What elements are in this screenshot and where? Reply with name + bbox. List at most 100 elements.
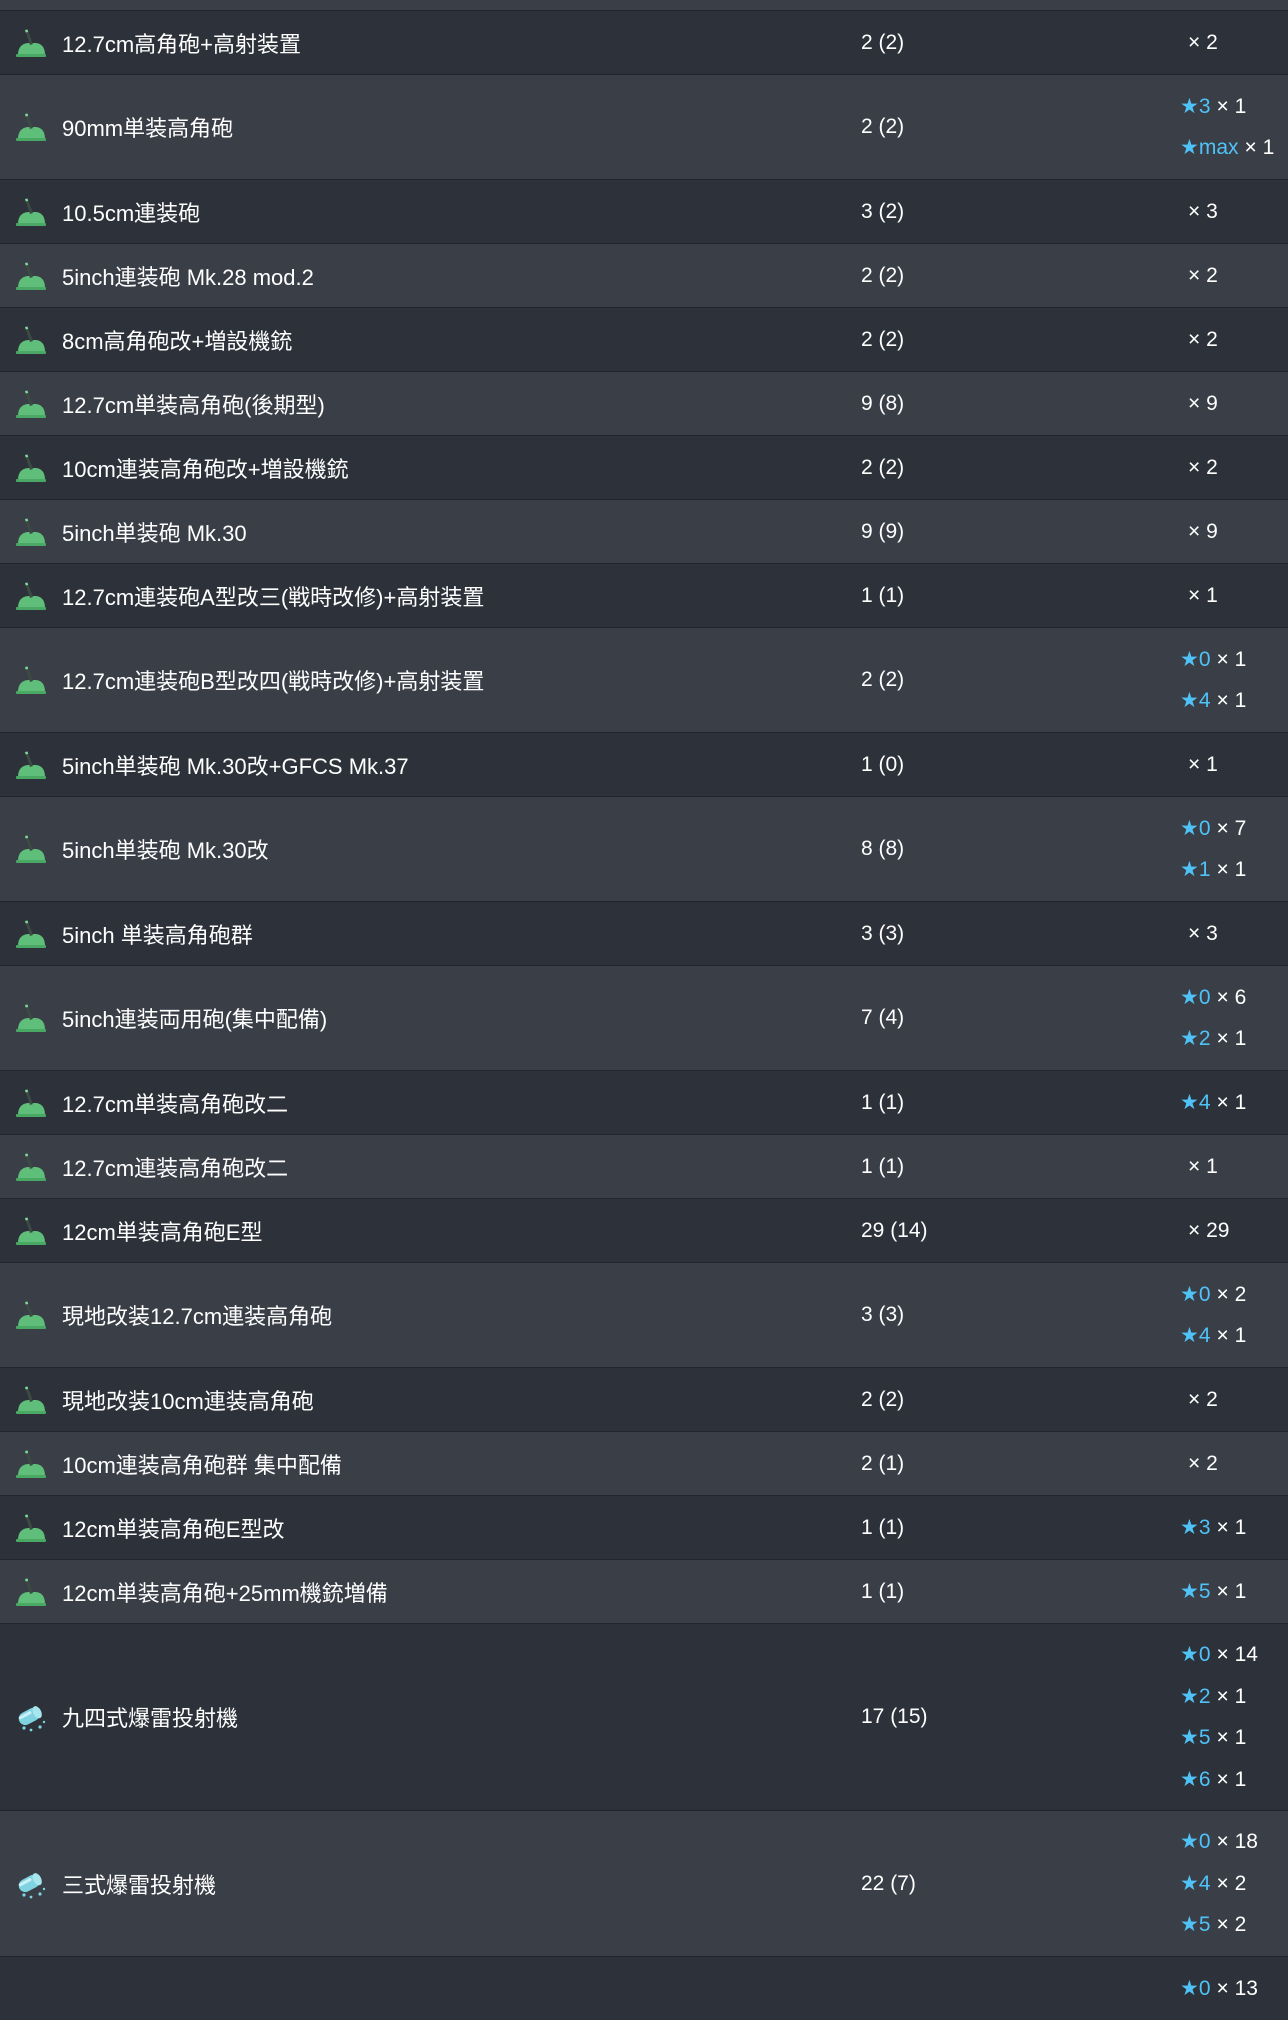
equipment-table: 12.7cm高角砲+高射装置 2 (2) × 2 90mm単装高角砲 2 (2) ★3 ×…	[0, 0, 1288, 2020]
level-multiplier: × 7	[1216, 816, 1247, 840]
level-multiplier: × 1	[1216, 1324, 1247, 1347]
equipment-name-cell: 12cm単装高角砲+25mm機銃増備	[0, 1576, 860, 1608]
table-row[interactable]: 8cm高角砲改+増設機銃 2 (2) × 2	[0, 307, 1288, 371]
star-level: ★3	[1180, 94, 1211, 118]
level-multiplier: × 1	[1216, 94, 1247, 118]
improvement-levels: ★4 × 1	[1180, 1082, 1288, 1124]
table-row[interactable]: 現地改装10cm連装高角砲 2 (2) × 2	[0, 1367, 1288, 1431]
equipment-rows: 12.7cm高角砲+高射装置 2 (2) × 2 90mm単装高角砲 2 (2) ★3 ×…	[0, 10, 1288, 2020]
table-row[interactable]: 5inch単装砲 Mk.30改+GFCS Mk.37 1 (0) × 1	[0, 732, 1288, 796]
table-row[interactable]: 10cm連装高角砲改+増設機銃 2 (2) × 2	[0, 435, 1288, 499]
table-row[interactable]: 12.7cm連装高角砲改二 1 (1) × 1	[0, 1134, 1288, 1198]
improvement-levels: × 2	[1180, 22, 1288, 64]
equipment-count: 3 (2)	[861, 199, 905, 223]
improvement-level-entry: × 29	[1180, 1210, 1288, 1252]
equipment-name-cell: 12.7cm単装高角砲改二	[0, 1087, 860, 1119]
level-multiplier: × 13	[1216, 1976, 1258, 2000]
improvement-level-entry: × 2	[1180, 1379, 1288, 1421]
equipment-name: 90mm単装高角砲	[62, 116, 234, 141]
gun-icon	[16, 1217, 46, 1245]
improvement-levels: × 2	[1180, 1379, 1288, 1421]
level-multiplier: × 2	[1188, 1451, 1218, 1475]
improvement-levels: × 29	[1180, 1210, 1288, 1252]
table-row[interactable]: 12.7cm連装砲A型改三(戦時改修)+高射装置 1 (1) × 1	[0, 563, 1288, 627]
improvement-levels: × 1	[1180, 575, 1288, 617]
equipment-name-cell: 5inch単装砲 Mk.30改+GFCS Mk.37	[0, 749, 860, 781]
level-multiplier: × 2	[1188, 455, 1218, 479]
equipment-name: 12cm単装高角砲E型改	[62, 1516, 285, 1542]
table-row[interactable]: 現地改装12.7cm連装高角砲 3 (3) ★0 × 2 ★4 × 1	[0, 1262, 1288, 1367]
table-row[interactable]: 三式爆雷投射機 22 (7) ★0 × 18 ★4 × 2 ★5 × 2	[0, 1810, 1288, 1956]
equipment-name-cell: 5inch単装砲 Mk.30改	[0, 833, 860, 865]
improvement-level-entry: ★2 × 1	[1180, 1018, 1288, 1060]
equipment-name: 5inch 単装高角砲群	[62, 922, 253, 948]
star-level: ★1	[1180, 858, 1211, 881]
equipment-name-cell: 九四式爆雷投射機	[0, 1701, 860, 1733]
star-level: ★0	[1180, 1282, 1211, 1306]
gun-icon	[16, 454, 46, 482]
equipment-count: 1 (1)	[861, 1154, 905, 1178]
improvement-levels: ★3 × 1 ★max × 1	[1180, 86, 1288, 169]
equipment-name: 現地改装12.7cm連装高角砲	[62, 1304, 333, 1329]
improvement-level-entry: ★6 × 1	[1180, 1759, 1288, 1801]
level-multiplier: × 1	[1216, 1684, 1247, 1708]
table-row[interactable]: 10cm連装高角砲群 集中配備 2 (1) × 2	[0, 1431, 1288, 1495]
star-level: ★4	[1180, 1324, 1211, 1347]
improvement-level-entry: ★4 × 1	[1180, 680, 1288, 722]
improvement-level-entry: ★0 × 1	[1180, 639, 1288, 681]
equipment-name-cell: 5inch連装両用砲(集中配備)	[0, 1002, 860, 1034]
gun-icon	[16, 1578, 46, 1606]
equipment-count: 9 (9)	[861, 519, 905, 543]
table-row[interactable]: 5inch 単装高角砲群 3 (3) × 3	[0, 901, 1288, 965]
star-level: ★max	[1180, 136, 1239, 159]
improvement-levels: × 1	[1180, 1146, 1288, 1188]
gun-icon	[16, 582, 46, 610]
table-row[interactable]: 九四式爆雷投射機 17 (15) ★0 × 14 ★2 × 1 ★5 × 1 ★6 × 1	[0, 1623, 1288, 1810]
table-row[interactable]: 12.7cm単装高角砲(後期型) 9 (8) × 9	[0, 371, 1288, 435]
table-row[interactable]: 10.5cm連装砲 3 (2) × 3	[0, 179, 1288, 243]
equipment-name-cell: 5inch単装砲 Mk.30	[0, 516, 860, 548]
equipment-count: 2 (2)	[861, 327, 905, 351]
equipment-name: 現地改装10cm連装高角砲	[62, 1388, 314, 1414]
equipment-name: 12.7cm連装砲B型改四(戦時改修)+高射装置	[62, 669, 485, 694]
level-multiplier: × 1	[1244, 136, 1275, 159]
table-row[interactable]: 12cm単装高角砲E型 29 (14) × 29	[0, 1198, 1288, 1262]
improvement-levels: ★0 × 7 ★1 × 1	[1180, 808, 1288, 891]
level-multiplier: × 9	[1188, 391, 1218, 415]
table-row[interactable]: 5inch単装砲 Mk.30改 8 (8) ★0 × 7 ★1 × 1	[0, 796, 1288, 901]
level-multiplier: × 3	[1188, 921, 1218, 945]
improvement-levels: × 3	[1180, 913, 1288, 955]
level-multiplier: × 2	[1188, 1387, 1218, 1411]
equipment-count: 7 (4)	[861, 1006, 905, 1029]
table-row[interactable]: 12.7cm単装高角砲改二 1 (1) ★4 × 1	[0, 1070, 1288, 1134]
table-row[interactable]: 5inch単装砲 Mk.30 9 (9) × 9	[0, 499, 1288, 563]
equipment-count: 9 (8)	[861, 391, 905, 415]
level-multiplier: × 14	[1216, 1643, 1258, 1666]
equipment-count: 29 (14)	[861, 1218, 928, 1242]
improvement-level-entry: ★4 × 1	[1180, 1082, 1288, 1124]
equipment-count: 1 (1)	[861, 1579, 905, 1603]
star-level: ★0	[1180, 1830, 1211, 1854]
star-level: ★5	[1180, 1726, 1211, 1749]
equipment-name-cell: 12.7cm単装高角砲(後期型)	[0, 388, 860, 420]
level-multiplier: × 1	[1216, 1090, 1247, 1114]
table-row[interactable]: 5inch連装両用砲(集中配備) 7 (4) ★0 × 6 ★2 × 1	[0, 965, 1288, 1070]
improvement-level-entry: ★3 × 1	[1180, 86, 1288, 128]
table-row[interactable]: 5inch連装砲 Mk.28 mod.2 2 (2) × 2	[0, 243, 1288, 307]
improvement-levels: ★0 × 1 ★4 × 1	[1180, 639, 1288, 722]
improvement-levels: × 9	[1180, 511, 1288, 553]
table-row[interactable]: 12.7cm高角砲+高射装置 2 (2) × 2	[0, 10, 1288, 74]
table-row[interactable]: 12cm単装高角砲+25mm機銃増備 1 (1) ★5 × 1	[0, 1559, 1288, 1623]
table-row[interactable]: ★0 × 13	[0, 1956, 1288, 2020]
gun-icon	[16, 1153, 46, 1181]
equipment-name-cell: 12.7cm連装砲B型改四(戦時改修)+高射装置	[0, 664, 860, 696]
table-row[interactable]: 12cm単装高角砲E型改 1 (1) ★3 × 1	[0, 1495, 1288, 1559]
equipment-name-cell: 12cm単装高角砲E型改	[0, 1512, 860, 1544]
table-row[interactable]: 90mm単装高角砲 2 (2) ★3 × 1 ★max × 1	[0, 74, 1288, 179]
equipment-name: 12.7cm連装砲A型改三(戦時改修)+高射装置	[62, 584, 485, 610]
level-multiplier: × 1	[1216, 647, 1247, 671]
star-level: ★5	[1180, 1913, 1211, 1937]
improvement-level-entry: ★1 × 1	[1180, 849, 1288, 891]
table-row[interactable]: 12.7cm連装砲B型改四(戦時改修)+高射装置 2 (2) ★0 × 1 ★4 × 1	[0, 627, 1288, 732]
improvement-level-entry: × 1	[1180, 575, 1288, 617]
